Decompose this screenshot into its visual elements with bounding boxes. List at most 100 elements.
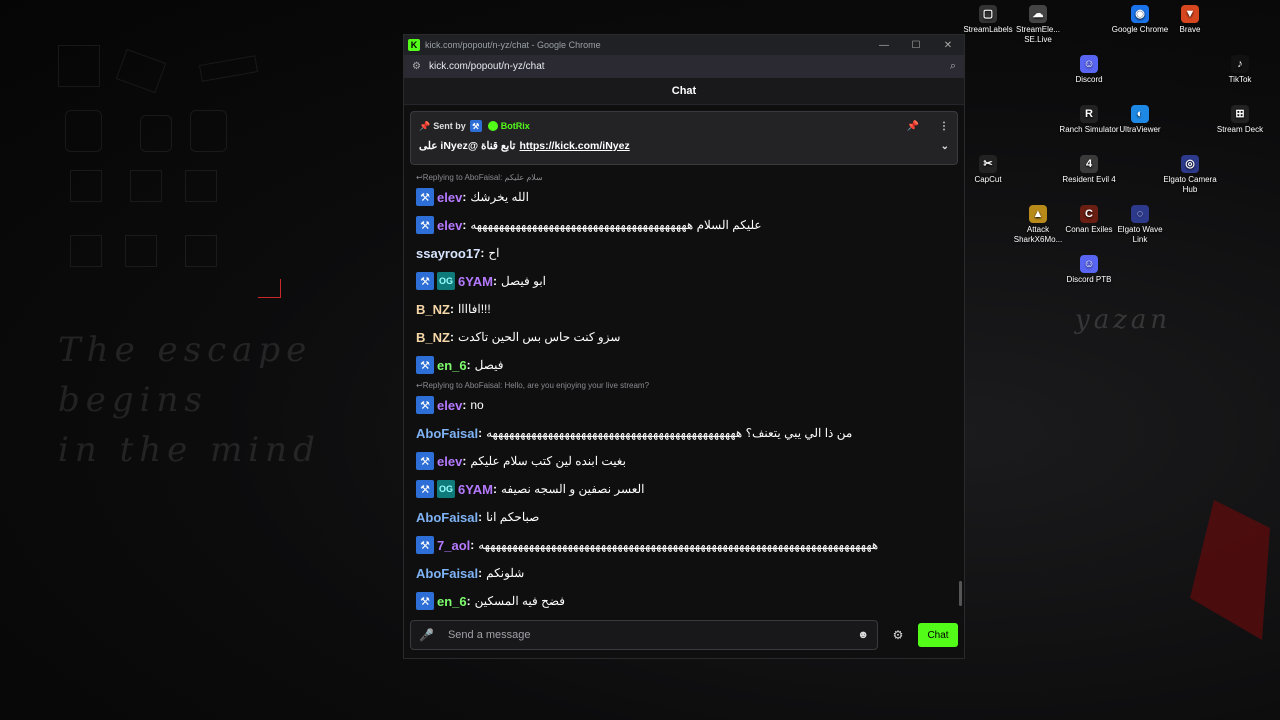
desktop-icon-discord-ptb[interactable]: ☺ Discord PTB [1059,255,1119,285]
ultraviewer-icon: ◐ [1131,105,1149,123]
username-separator: : [462,218,467,232]
chat-message[interactable]: AboFaisal: شلونكم [416,559,956,587]
pinned-bot-name[interactable]: BotRix [501,121,530,131]
chat-username[interactable]: en_6 [437,358,467,373]
wallpaper-sketch [65,110,102,152]
more-options-icon[interactable]: ⋮ [939,121,949,132]
wallpaper-text-line: The escape [58,330,313,370]
desktop-icon-label: Discord PTB [1066,275,1112,284]
wallpaper-sketch [140,115,172,152]
chat-message[interactable]: ⚒ elev: الله يخرشك [416,183,956,211]
chat-message[interactable]: ⚒ elev: بغيت ابنده لين كتب سلام عليكم [416,447,956,475]
pinned-message[interactable]: 📌 Sent by ⚒ BotRix 📌 ⋮ تابع قناة @iNyez … [410,111,958,165]
chat-messages-list[interactable]: ↩ Replying to AboFaisal: سلام عليكم ⚒ elev… [416,171,956,611]
chat-message-text: افاااا!!! [457,302,491,316]
chat-username[interactable]: B_NZ [416,330,450,345]
chat-message-text: بغيت ابنده لين كتب سلام عليكم [470,454,626,468]
chat-message[interactable]: ⚒ elev: عليكم السلام ههههههههههههههههههههه… [416,211,956,239]
chat-username[interactable]: AboFaisal [416,426,478,441]
chat-header: Chat [404,78,964,105]
chat-scrollbar[interactable] [959,581,962,606]
chat-message-text: اح [488,246,500,260]
chat-message-text: فضح فيه المسكين [474,594,566,608]
chat-settings-icon[interactable]: ⚙ [878,628,918,642]
wallpaper-sketch [185,170,217,202]
wallpaper-logo: yazan [1075,305,1172,335]
desktop-icon-ultraviewer[interactable]: ◐ UltraViewer [1110,105,1170,135]
tiktok-icon: ♪ [1231,55,1249,73]
chat-username[interactable]: B_NZ [416,302,450,317]
desktop-icon-tiktok[interactable]: ♪ TikTok [1210,55,1270,85]
wallpaper-sketch [70,235,102,267]
desktop-icon-capcut[interactable]: ✂ CapCut [958,155,1018,185]
message-input-box[interactable]: 🎤 ☻ [410,620,878,650]
desktop-icon-elgato-camera-hub[interactable]: ◎ Elgato Camera Hub [1160,155,1220,195]
discord-ptb-icon: ☺ [1080,255,1098,273]
reply-context[interactable]: ↩ Replying to AboFaisal: سلام عليكم [416,171,956,183]
minimize-icon[interactable]: — [868,40,900,51]
desktop-icon-label: Discord [1075,75,1103,84]
chat-username[interactable]: AboFaisal [416,566,478,581]
message-input[interactable] [445,628,858,642]
chat-message[interactable]: ⚒ OG 6YAM: ابو فيصل [416,267,956,295]
streamelements-selive-icon: ☁ [1029,5,1047,23]
desktop-icon-label: Elgato Wave Link [1117,225,1163,244]
resident-evil-4-icon: 4 [1080,155,1098,173]
site-settings-icon[interactable]: ⚙ [412,61,421,72]
elgato-wave-link-icon: ◌ [1131,205,1149,223]
chat-username[interactable]: 6YAM [458,274,493,289]
chat-message-text: العسر نصفين و السجه نصيفه [500,482,645,496]
chat-username[interactable]: elev [437,218,462,233]
desktop-icon-streamelements-selive[interactable]: ☁ StreamEle... SE.Live [1008,5,1068,45]
chat-message[interactable]: B_NZ: سزو كنت حاس بس الحين تاكدت [416,323,956,351]
address-url[interactable]: kick.com/popout/n-yz/chat [429,61,545,72]
chat-username[interactable]: elev [437,190,462,205]
desktop-icon-elgato-wave-link[interactable]: ◌ Elgato Wave Link [1110,205,1170,245]
zoom-icon[interactable]: ⌕ [950,60,956,73]
send-chat-button[interactable]: Chat [918,623,958,647]
wallpaper-sketch [115,48,167,94]
chat-username[interactable]: en_6 [437,594,467,609]
desktop-icon-brave[interactable]: ▼ Brave [1160,5,1220,35]
maximize-icon[interactable]: ☐ [900,40,932,51]
capcut-icon: ✂ [979,155,997,173]
desktop-icon-discord[interactable]: ☺ Discord [1059,55,1119,85]
chat-message[interactable]: AboFaisal: من ذا الي يبي يتعنف؟ ههههههههه… [416,419,956,447]
chat-username[interactable]: 6YAM [458,482,493,497]
chat-username[interactable]: 7_aol [437,538,470,553]
chat-username[interactable]: AboFaisal [416,510,478,525]
chat-message[interactable]: AboFaisal: صباحكم انا [416,503,956,531]
pin-icon: 📌 [419,120,431,131]
unpin-icon[interactable]: 📌 [907,121,919,132]
reply-context[interactable]: ↩ Replying to AboFaisal: Hello, are you … [416,379,956,391]
chat-username[interactable]: elev [437,454,462,469]
address-bar[interactable]: ⚙ kick.com/popout/n-yz/chat ⌕ [404,55,964,78]
close-icon[interactable]: ✕ [932,40,964,51]
chat-username[interactable]: elev [437,398,462,413]
pinned-message-link[interactable]: https://kick.com/iNyez [519,140,629,152]
elgato-camera-hub-icon: ◎ [1181,155,1199,173]
desktop-icon-stream-deck[interactable]: ⊞ Stream Deck [1210,105,1270,135]
kick-logo-icon: K [408,39,420,51]
chat-message[interactable]: ⚒ en_6: فيصل [416,351,956,379]
username-separator: : [466,594,471,608]
chat-message-text: صباحكم انا [486,510,540,524]
microphone-icon[interactable]: 🎤 [419,628,434,642]
chat-username[interactable]: ssayroo17 [416,246,480,261]
moderator-badge-icon: ⚒ [416,216,434,234]
emoji-icon[interactable]: ☻ [857,629,869,641]
chat-message[interactable]: ⚒ 7_aol: ههههههههههههههههههههههههههههههههه… [416,531,956,559]
moderator-badge-icon: ⚒ [416,480,434,498]
chevron-down-icon[interactable]: ⌄ [941,141,949,152]
chat-message[interactable]: B_NZ: افاااا!!! [416,295,956,323]
chat-message[interactable]: ⚒ OG 6YAM: العسر نصفين و السجه نصيفه [416,475,956,503]
chrome-popup-window: K kick.com/popout/n-yz/chat - Google Chr… [403,34,965,659]
desktop-icon-label: UltraViewer [1119,125,1161,134]
chat-message[interactable]: ssayroo17: اح [416,239,956,267]
desktop-icon-label: CapCut [974,175,1002,184]
window-title: kick.com/popout/n-yz/chat - Google Chrom… [425,40,601,50]
chat-message[interactable]: ⚒ en_6: فضح فيه المسكين [416,587,956,611]
google-chrome-icon: ◉ [1131,5,1149,23]
chat-message[interactable]: ⚒ elev: no [416,391,956,419]
desktop-icon-resident-evil-4[interactable]: 4 Resident Evil 4 [1059,155,1119,185]
